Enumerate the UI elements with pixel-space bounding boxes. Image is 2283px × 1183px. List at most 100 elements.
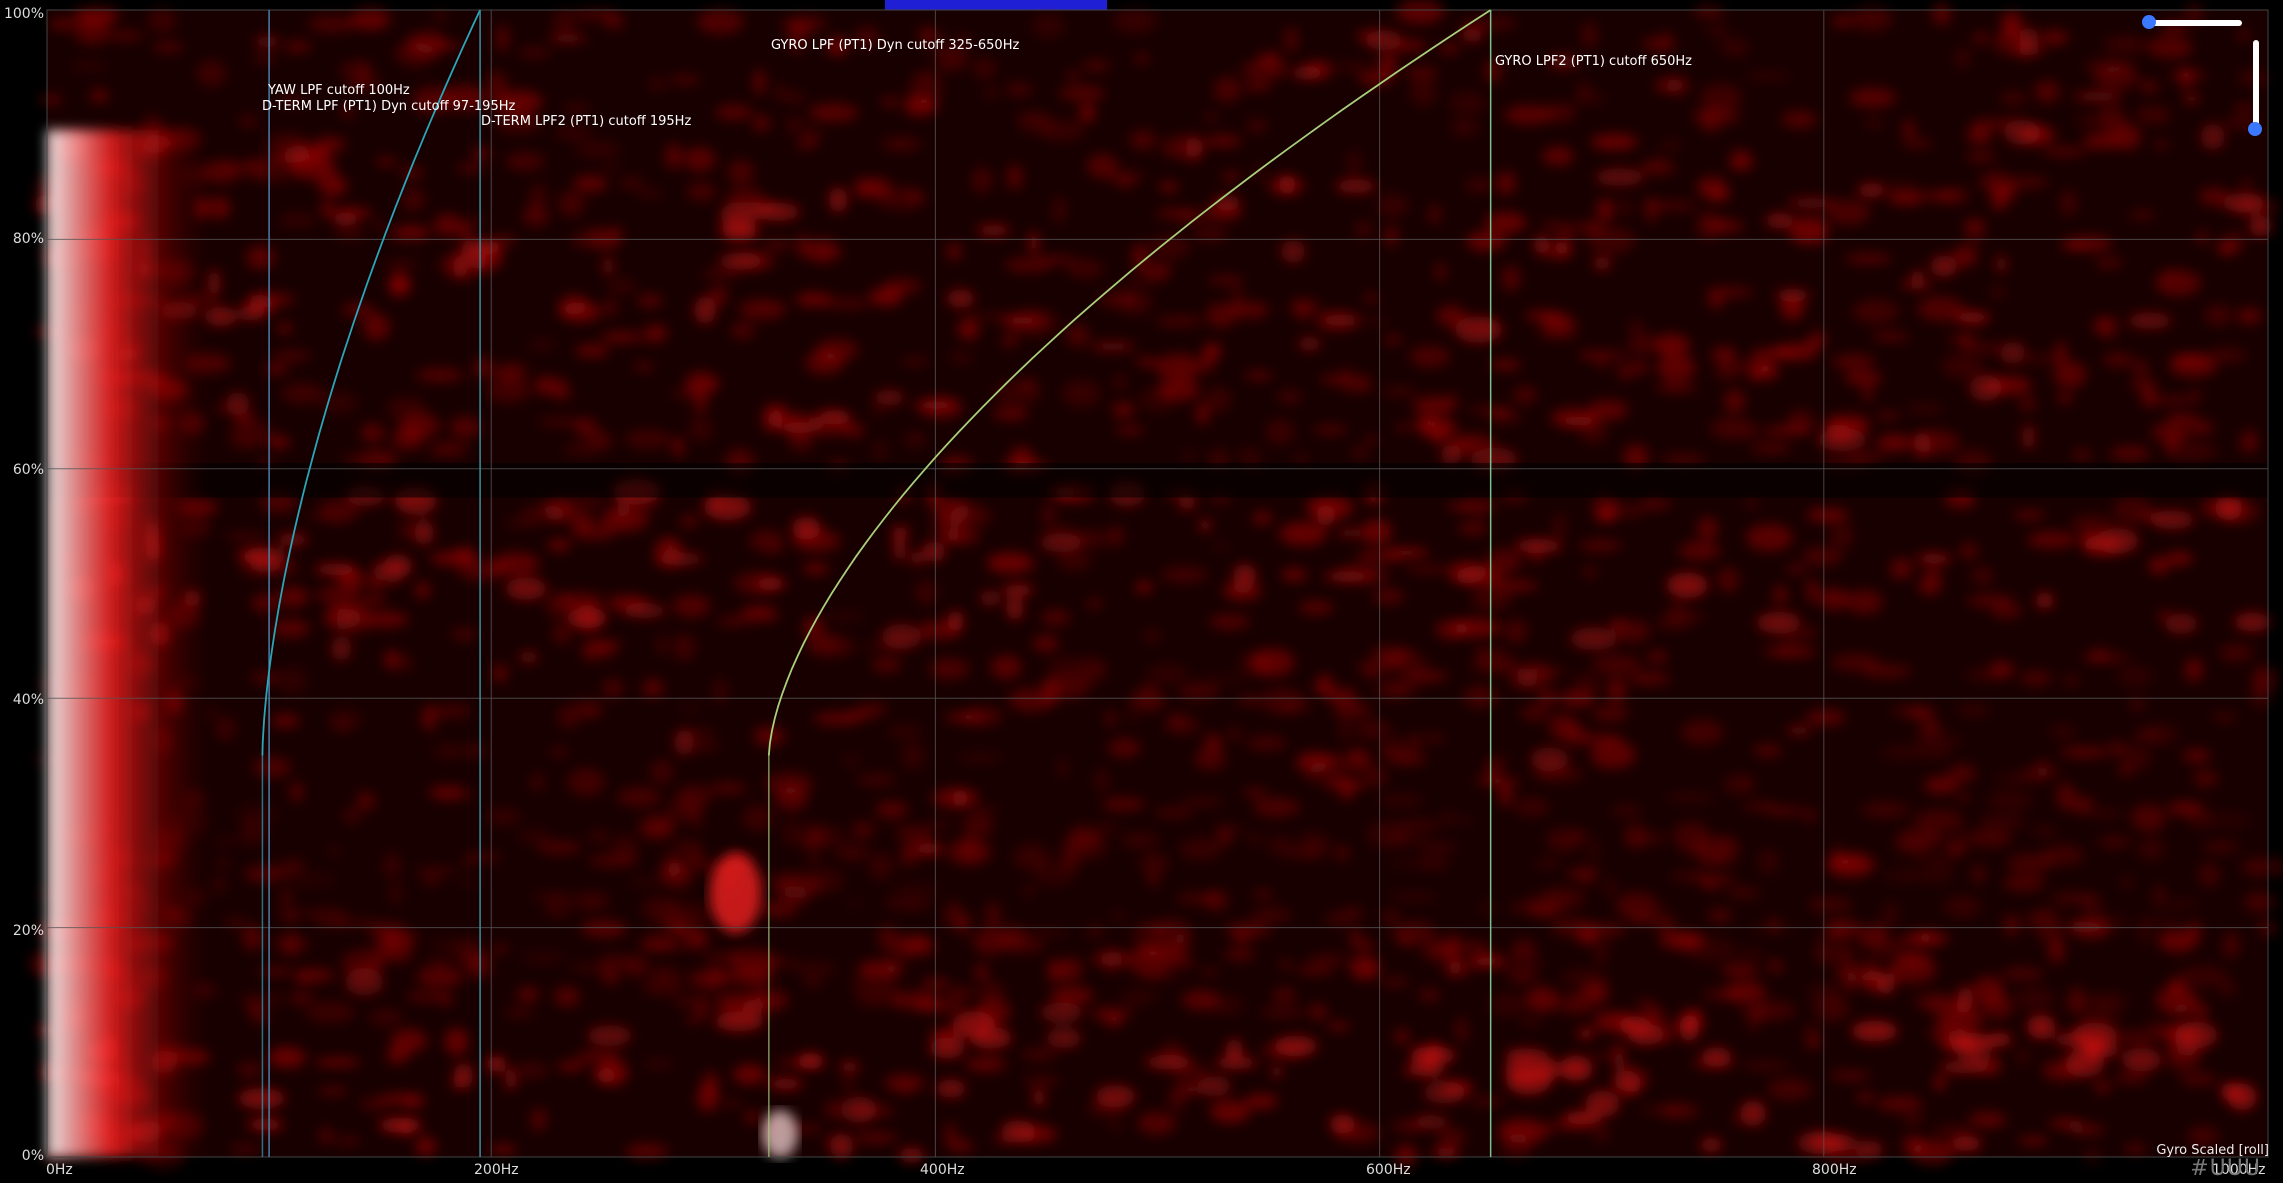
heat-blob xyxy=(2156,926,2202,951)
heat-blob xyxy=(633,363,654,370)
heat-blob xyxy=(917,998,966,1014)
heat-blob xyxy=(1641,999,1660,1026)
heat-blob xyxy=(642,678,664,698)
heat-blob xyxy=(552,622,572,645)
heat-blob xyxy=(1620,199,1632,215)
heat-blob xyxy=(1279,521,1327,546)
heat-blob xyxy=(881,137,922,151)
heat-blob xyxy=(1392,921,1436,947)
y-tick-label: 20% xyxy=(12,923,44,939)
heat-blob xyxy=(2017,1047,2028,1066)
heat-blob xyxy=(360,423,385,443)
heat-blob xyxy=(1490,359,1521,370)
heat-blob xyxy=(1416,417,1458,439)
heat-blob xyxy=(2182,748,2211,763)
heat-blob xyxy=(1756,611,1802,634)
slider-knob[interactable] xyxy=(2142,15,2156,29)
heat-blob xyxy=(782,819,801,846)
heat-blob xyxy=(401,187,425,212)
heat-blob xyxy=(1919,930,1933,944)
heat-blob xyxy=(1665,794,1716,802)
x-tick-label: 0Hz xyxy=(46,1162,73,1178)
heat-blob xyxy=(1441,812,1457,825)
heat-blob xyxy=(636,188,663,198)
heat-blob xyxy=(1095,768,1108,794)
heat-blob xyxy=(1409,346,1450,368)
heat-blob xyxy=(1349,954,1380,980)
heat-blob xyxy=(1594,1122,1609,1143)
heat-blob xyxy=(2222,192,2265,213)
heat-blob xyxy=(587,1025,632,1047)
heat-blob xyxy=(983,89,998,97)
heat-blob xyxy=(1513,797,1550,817)
heat-blob xyxy=(1026,928,1069,937)
heat-blob xyxy=(1913,733,1953,760)
heat-blob xyxy=(732,1064,766,1085)
heat-blob xyxy=(1789,216,1829,245)
heat-blob xyxy=(1826,930,1848,942)
filter-label-dterm-lpf2: D-TERM LPF2 (PT1) cutoff 195Hz xyxy=(481,114,692,129)
heat-blob xyxy=(281,888,293,907)
heat-blob xyxy=(1595,168,1645,186)
heat-blob xyxy=(749,529,784,552)
heat-blob xyxy=(986,552,1036,576)
heat-blob xyxy=(1466,231,1507,252)
heat-blob xyxy=(672,633,696,661)
heat-blob xyxy=(804,977,822,988)
heat-blob xyxy=(1864,118,1884,128)
heat-blob xyxy=(1802,808,1816,823)
heat-blob xyxy=(1610,806,1643,815)
heat-blob xyxy=(1488,410,1522,424)
heat-blob xyxy=(565,607,608,628)
y-tick-label: 40% xyxy=(12,692,44,708)
heat-blob xyxy=(1270,1064,1284,1079)
heat-blob xyxy=(1979,171,2013,193)
heat-blob xyxy=(460,224,473,242)
heat-blob xyxy=(1181,990,1220,1010)
heat-blob xyxy=(702,268,741,280)
heat-hotspot xyxy=(709,853,762,934)
heat-blob xyxy=(1257,51,1283,67)
heat-blob xyxy=(1155,316,1203,326)
slider-knob[interactable] xyxy=(2248,122,2262,136)
heat-blob xyxy=(518,650,539,664)
heat-blob xyxy=(1065,323,1090,347)
heat-blob xyxy=(1419,843,1458,851)
heat-blob xyxy=(528,340,556,349)
heat-blob xyxy=(754,202,801,221)
heat-blob xyxy=(688,418,713,441)
heat-blob xyxy=(2062,676,2080,686)
heat-blob xyxy=(1307,954,1349,965)
heat-blob xyxy=(957,318,979,341)
heat-blob xyxy=(229,1144,261,1154)
heat-blob xyxy=(893,534,906,562)
heat-blob xyxy=(851,821,874,838)
heat-blob xyxy=(289,991,314,1005)
zoom-y-slider[interactable] xyxy=(2248,40,2262,136)
heat-blob xyxy=(1165,957,1194,967)
heat-blob xyxy=(434,10,446,22)
heat-blob xyxy=(1869,923,1886,945)
heat-blob xyxy=(558,191,585,217)
heat-blob xyxy=(565,497,607,507)
heat-blob xyxy=(215,716,236,741)
heat-blob xyxy=(1345,748,1371,771)
heat-blob xyxy=(1198,968,1221,976)
heat-blob xyxy=(596,1059,629,1086)
heat-blob xyxy=(1506,1068,1551,1095)
heat-blob xyxy=(74,18,110,45)
heat-blob xyxy=(2212,713,2237,722)
heat-blob xyxy=(1183,448,1194,464)
heat-blob xyxy=(720,201,757,229)
heat-blob xyxy=(1753,349,1796,357)
heat-blob xyxy=(1567,867,1600,880)
heat-blob xyxy=(727,160,754,183)
zoom-x-slider[interactable] xyxy=(2142,15,2242,29)
heat-blob xyxy=(1938,1036,1974,1046)
heat-blob xyxy=(929,1037,966,1059)
heat-blob xyxy=(293,968,335,983)
heat-blob xyxy=(227,436,259,449)
heat-blob xyxy=(615,499,630,519)
heat-blob xyxy=(2052,1032,2093,1047)
heat-blob xyxy=(1786,565,1808,574)
